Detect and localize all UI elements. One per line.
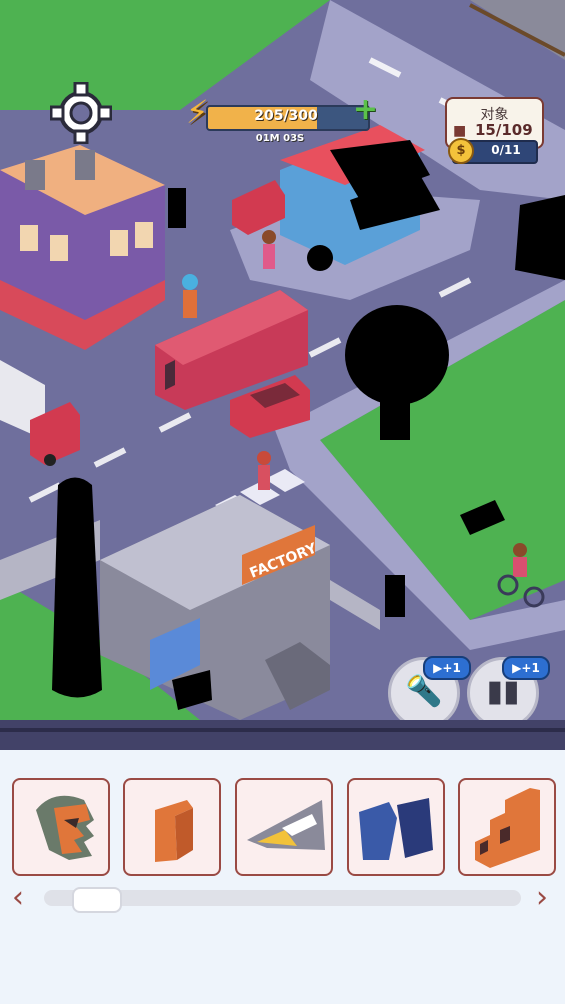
truck-icon: ■ bbox=[453, 123, 467, 139]
chart-hint-button[interactable]: ▮▮ ▶+1 bbox=[467, 656, 550, 729]
settings-button[interactable] bbox=[50, 82, 112, 144]
blue-chairs-icon bbox=[359, 798, 433, 860]
tray-prev-button[interactable]: ‹ bbox=[12, 880, 24, 915]
gear-icon bbox=[50, 82, 112, 144]
chimney-silhouette[interactable] bbox=[52, 477, 102, 698]
game-scene[interactable]: FACTORY 205/300 ⚡ + 01M 03S 对象 ■ 15/109 … bbox=[0, 0, 565, 750]
item-card-orange-chair[interactable] bbox=[123, 778, 221, 876]
crosswalk-piece-icon bbox=[247, 800, 325, 850]
coin-count: 0/11 bbox=[491, 143, 521, 157]
scene-divider bbox=[0, 720, 565, 750]
tree-trunk-silhouette bbox=[380, 390, 410, 440]
hint-badge-flashlight: ▶+1 bbox=[423, 656, 471, 680]
person-silhouette-left bbox=[168, 188, 186, 228]
truck bbox=[0, 360, 80, 466]
add-energy-button[interactable]: + bbox=[353, 92, 378, 127]
item-card-crosswalk-piece[interactable] bbox=[235, 778, 333, 876]
orange-staircase-icon bbox=[475, 788, 540, 868]
item-card-helmet-piece[interactable] bbox=[12, 778, 110, 876]
orange-chair-icon bbox=[155, 800, 193, 862]
tray-next-button[interactable]: › bbox=[536, 880, 548, 915]
apartment-building bbox=[0, 145, 165, 350]
energy-text: 205/300 bbox=[254, 108, 318, 124]
object-silhouette-shop bbox=[307, 245, 333, 271]
objects-count: 15/109 bbox=[475, 121, 533, 139]
railway bbox=[469, 0, 565, 60]
timer-text: 01M 03S bbox=[255, 133, 305, 144]
coin-icon: $ bbox=[448, 138, 474, 164]
hint-badge-chart: ▶+1 bbox=[502, 656, 550, 680]
item-card-blue-chairs[interactable] bbox=[347, 778, 445, 876]
helmet-piece-icon bbox=[36, 795, 94, 860]
flashlight-hint-button[interactable]: 🔦 ▶+1 bbox=[388, 656, 471, 729]
lightning-icon: ⚡ bbox=[186, 93, 209, 131]
item-card-orange-staircase[interactable] bbox=[458, 778, 556, 876]
object-silhouette-right[interactable] bbox=[515, 195, 565, 280]
person-silhouette-factory bbox=[385, 575, 405, 617]
coin-counter: $ 0/11 bbox=[448, 138, 538, 164]
tray-scroll-thumb[interactable] bbox=[72, 887, 122, 913]
